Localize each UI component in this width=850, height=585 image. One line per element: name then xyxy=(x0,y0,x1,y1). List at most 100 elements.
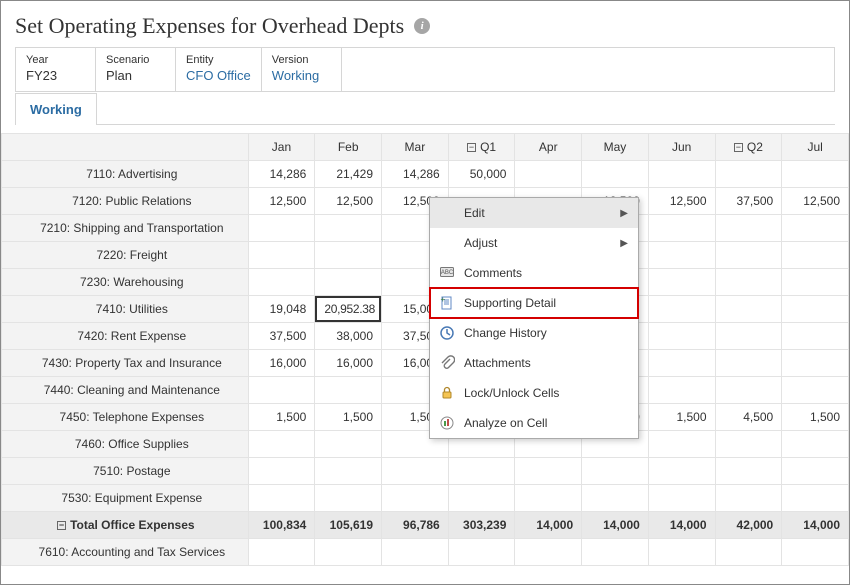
data-cell[interactable] xyxy=(315,485,382,512)
collapse-icon[interactable]: − xyxy=(734,143,743,152)
data-cell[interactable]: 16,000 xyxy=(315,350,382,377)
data-cell[interactable] xyxy=(448,458,515,485)
data-cell[interactable]: 14,286 xyxy=(248,161,315,188)
data-cell[interactable] xyxy=(515,539,582,566)
data-cell[interactable] xyxy=(715,485,782,512)
data-cell[interactable]: 1,500 xyxy=(648,404,715,431)
cell-editor[interactable]: 20,952.38 xyxy=(315,296,381,322)
pov-value-link[interactable]: CFO Office xyxy=(186,68,251,83)
ctx-comments[interactable]: ABCComments xyxy=(430,258,638,288)
data-cell[interactable] xyxy=(782,377,849,404)
data-cell[interactable]: 100,834 xyxy=(248,512,315,539)
data-cell[interactable] xyxy=(515,161,582,188)
data-cell[interactable] xyxy=(648,296,715,323)
row-header[interactable]: 7610: Accounting and Tax Services xyxy=(2,539,249,566)
data-cell[interactable] xyxy=(382,539,449,566)
data-cell[interactable] xyxy=(715,161,782,188)
data-cell[interactable] xyxy=(715,350,782,377)
col-header[interactable]: Jul xyxy=(782,134,849,161)
data-cell[interactable]: 4,500 xyxy=(715,404,782,431)
data-cell[interactable] xyxy=(315,269,382,296)
data-cell[interactable] xyxy=(315,242,382,269)
row-header[interactable]: 7420: Rent Expense xyxy=(2,323,249,350)
data-cell[interactable]: 1,500 xyxy=(248,404,315,431)
pov-version[interactable]: Version Working xyxy=(262,48,342,91)
data-cell[interactable] xyxy=(648,323,715,350)
data-cell[interactable] xyxy=(782,242,849,269)
data-cell[interactable]: 14,000 xyxy=(515,512,582,539)
row-header[interactable]: 7110: Advertising xyxy=(2,161,249,188)
data-cell[interactable]: 105,619 xyxy=(315,512,382,539)
ctx-edit[interactable]: Edit▶ xyxy=(430,198,638,228)
data-cell[interactable] xyxy=(248,485,315,512)
data-cell[interactable] xyxy=(515,485,582,512)
col-header[interactable]: Jan xyxy=(248,134,315,161)
data-cell[interactable] xyxy=(315,431,382,458)
row-header[interactable]: 7410: Utilities xyxy=(2,296,249,323)
data-cell[interactable] xyxy=(382,485,449,512)
ctx-change-history[interactable]: Change History xyxy=(430,318,638,348)
row-header[interactable]: 7510: Postage xyxy=(2,458,249,485)
data-cell[interactable]: 19,048 xyxy=(248,296,315,323)
data-cell[interactable] xyxy=(448,485,515,512)
data-cell[interactable]: 12,500 xyxy=(782,188,849,215)
row-header[interactable]: 7430: Property Tax and Insurance xyxy=(2,350,249,377)
data-cell[interactable] xyxy=(315,458,382,485)
data-cell[interactable]: 21,429 xyxy=(315,161,382,188)
data-cell[interactable]: 12,500 xyxy=(648,188,715,215)
data-cell[interactable] xyxy=(648,377,715,404)
data-cell[interactable] xyxy=(648,161,715,188)
data-cell[interactable] xyxy=(715,377,782,404)
data-cell[interactable] xyxy=(648,215,715,242)
row-header[interactable]: 7460: Office Supplies xyxy=(2,431,249,458)
row-header[interactable]: −Total Office Expenses xyxy=(2,512,249,539)
data-cell[interactable] xyxy=(582,161,649,188)
row-header[interactable]: 7220: Freight xyxy=(2,242,249,269)
data-cell[interactable]: 20,952.38 xyxy=(315,296,382,323)
col-header[interactable]: Mar xyxy=(382,134,449,161)
data-cell[interactable]: 14,000 xyxy=(782,512,849,539)
data-cell[interactable] xyxy=(248,458,315,485)
data-cell[interactable] xyxy=(248,377,315,404)
data-cell[interactable] xyxy=(648,242,715,269)
data-cell[interactable] xyxy=(248,539,315,566)
data-cell[interactable] xyxy=(782,458,849,485)
data-cell[interactable]: 12,500 xyxy=(315,188,382,215)
col-header[interactable]: −Q1 xyxy=(448,134,515,161)
ctx-supporting-detail[interactable]: +Supporting Detail xyxy=(430,288,638,318)
data-cell[interactable]: 50,000 xyxy=(448,161,515,188)
pov-year[interactable]: Year FY23 xyxy=(16,48,96,91)
data-cell[interactable] xyxy=(248,242,315,269)
data-cell[interactable] xyxy=(782,539,849,566)
data-cell[interactable]: 12,500 xyxy=(248,188,315,215)
row-header[interactable]: 7530: Equipment Expense xyxy=(2,485,249,512)
data-cell[interactable] xyxy=(715,539,782,566)
data-cell[interactable] xyxy=(315,215,382,242)
pov-value-link[interactable]: Working xyxy=(272,68,331,83)
data-cell[interactable]: 37,500 xyxy=(715,188,782,215)
data-cell[interactable] xyxy=(248,269,315,296)
data-cell[interactable] xyxy=(715,458,782,485)
data-cell[interactable]: 14,000 xyxy=(648,512,715,539)
pov-scenario[interactable]: Scenario Plan xyxy=(96,48,176,91)
data-cell[interactable] xyxy=(715,296,782,323)
row-header[interactable]: 7450: Telephone Expenses xyxy=(2,404,249,431)
data-cell[interactable] xyxy=(782,323,849,350)
data-cell[interactable] xyxy=(648,485,715,512)
collapse-icon[interactable]: − xyxy=(467,143,476,152)
data-cell[interactable] xyxy=(515,458,582,485)
data-cell[interactable] xyxy=(782,350,849,377)
data-cell[interactable] xyxy=(448,539,515,566)
data-cell[interactable] xyxy=(715,323,782,350)
data-cell[interactable] xyxy=(315,539,382,566)
data-cell[interactable] xyxy=(782,485,849,512)
row-header[interactable]: 7440: Cleaning and Maintenance xyxy=(2,377,249,404)
tab-working[interactable]: Working xyxy=(15,93,97,125)
data-cell[interactable]: 16,000 xyxy=(248,350,315,377)
ctx-analyze-on-cell[interactable]: Analyze on Cell xyxy=(430,408,638,438)
data-cell[interactable] xyxy=(715,431,782,458)
data-cell[interactable] xyxy=(582,458,649,485)
data-cell[interactable] xyxy=(315,377,382,404)
data-cell[interactable]: 42,000 xyxy=(715,512,782,539)
data-cell[interactable]: 1,500 xyxy=(315,404,382,431)
